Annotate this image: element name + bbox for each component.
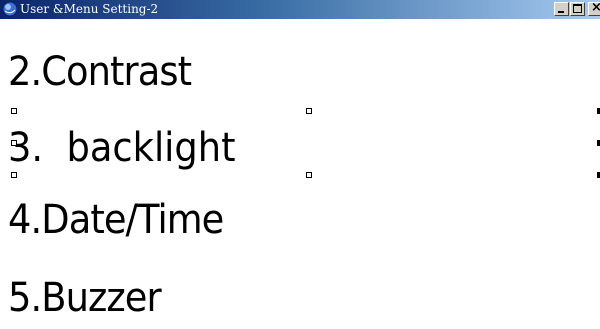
menu-item-buzzer[interactable]: 5.Buzzer — [8, 276, 162, 320]
app-window: User &Menu Setting-2 2.Contrast 3. backl… — [0, 0, 600, 329]
selection-handle-middle-left[interactable] — [11, 140, 17, 146]
window-title: User &Menu Setting-2 — [20, 2, 159, 16]
title-bar[interactable]: User &Menu Setting-2 — [0, 0, 600, 19]
app-globe-icon — [2, 1, 18, 17]
menu-item-contrast[interactable]: 2.Contrast — [8, 50, 192, 94]
selection-handle-top-left[interactable] — [11, 108, 17, 114]
selection-handle-top-right[interactable] — [306, 108, 312, 114]
selection-handle-bottom-right[interactable] — [306, 172, 312, 178]
maximize-button[interactable] — [570, 2, 585, 16]
selection-handle-bottom-left[interactable] — [11, 172, 17, 178]
menu-item-backlight[interactable]: 3. backlight — [8, 126, 236, 170]
close-button[interactable] — [588, 0, 600, 16]
menu-item-date-time[interactable]: 4.Date/Time — [8, 198, 224, 242]
minimize-button[interactable] — [554, 2, 569, 16]
